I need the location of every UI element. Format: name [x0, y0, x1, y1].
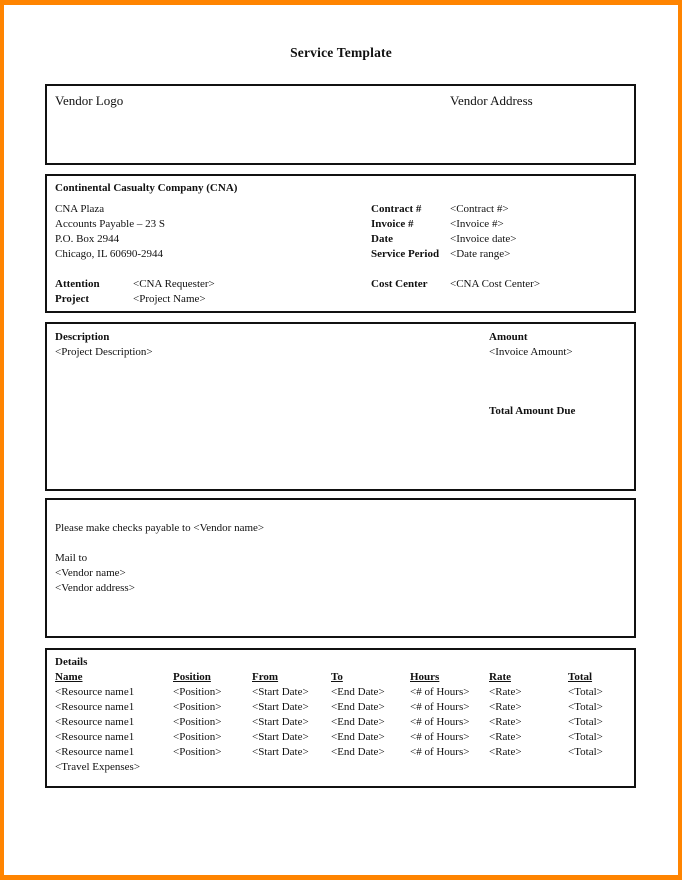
mail-to-label: Mail to	[55, 552, 88, 564]
table-cell-from: <Start Date>	[252, 716, 309, 728]
document-title: Service Template	[290, 45, 392, 60]
column-header-total: Total	[568, 671, 593, 683]
service-period-value: <Date range>	[450, 248, 511, 260]
column-header-position: Position	[173, 671, 211, 683]
address-line: Chicago, IL 60690-2944	[55, 248, 164, 260]
vendor-address-label: Vendor Address	[450, 93, 533, 108]
description-box: Description <Project Description> Amount…	[45, 322, 636, 491]
table-cell-total: <Total>	[568, 746, 603, 758]
table-cell-total: <Total>	[568, 731, 603, 743]
column-header-hours: Hours	[410, 671, 440, 683]
details-box: Details Name Position From To Hours Rate Total…	[45, 648, 636, 788]
contract-value: <Contract #>	[450, 203, 509, 215]
table-cell-to: <End Date>	[331, 716, 385, 728]
company-name: Continental Casualty Company (CNA)	[55, 182, 238, 194]
vendor-header-box: Vendor Logo Vendor Address	[45, 84, 636, 165]
travel-expenses: <Travel Expenses>	[55, 761, 141, 773]
table-cell-to: <End Date>	[331, 686, 385, 698]
table-cell-from: <Start Date>	[252, 746, 309, 758]
table-cell-name: <Resource name1	[55, 701, 135, 713]
table-cell-hours: <# of Hours>	[410, 716, 470, 728]
table-cell-hours: <# of Hours>	[410, 686, 470, 698]
payment-instructions-box: Please make checks payable to <Vendor na…	[45, 498, 636, 638]
column-header-rate: Rate	[489, 671, 511, 683]
amount-label: Amount	[489, 331, 528, 343]
table-cell-rate: <Rate>	[489, 686, 522, 698]
description-value: <Project Description>	[55, 346, 153, 358]
table-cell-rate: <Rate>	[489, 746, 522, 758]
table-cell-position: <Position>	[173, 716, 222, 728]
attention-label: Attention	[55, 278, 100, 290]
table-cell-name: <Resource name1	[55, 686, 135, 698]
table-cell-from: <Start Date>	[252, 686, 309, 698]
details-heading: Details	[55, 656, 88, 668]
column-header-to: To	[331, 671, 343, 683]
table-cell-position: <Position>	[173, 731, 222, 743]
address-line: CNA Plaza	[55, 203, 105, 215]
table-cell-from: <Start Date>	[252, 731, 309, 743]
amount-value: <Invoice Amount>	[489, 346, 573, 358]
table-cell-name: <Resource name1	[55, 731, 135, 743]
date-value: <Invoice date>	[450, 233, 517, 245]
table-cell-position: <Position>	[173, 686, 222, 698]
customer-info-box: Continental Casualty Company (CNA) CNA P…	[45, 174, 636, 313]
table-cell-to: <End Date>	[331, 746, 385, 758]
vendor-logo-label: Vendor Logo	[55, 93, 124, 108]
table-cell-rate: <Rate>	[489, 731, 522, 743]
table-cell-rate: <Rate>	[489, 701, 522, 713]
service-period-label: Service Period	[371, 248, 440, 260]
table-cell-to: <End Date>	[331, 701, 385, 713]
table-cell-name: <Resource name1	[55, 746, 135, 758]
column-header-from: From	[252, 671, 279, 683]
table-cell-to: <End Date>	[331, 731, 385, 743]
date-label: Date	[371, 233, 393, 245]
cost-center-value: <CNA Cost Center>	[450, 278, 541, 290]
table-cell-name: <Resource name1	[55, 716, 135, 728]
table-cell-total: <Total>	[568, 686, 603, 698]
table-cell-position: <Position>	[173, 746, 222, 758]
table-cell-total: <Total>	[568, 701, 603, 713]
project-value: <Project Name>	[133, 293, 206, 305]
table-cell-from: <Start Date>	[252, 701, 309, 713]
table-cell-hours: <# of Hours>	[410, 746, 470, 758]
vendor-address: <Vendor address>	[55, 582, 135, 594]
attention-value: <CNA Requester>	[133, 278, 215, 290]
total-amount-due-label: Total Amount Due	[489, 405, 576, 417]
table-cell-position: <Position>	[173, 701, 222, 713]
description-label: Description	[55, 331, 110, 343]
payable-to-line: Please make checks payable to <Vendor na…	[55, 522, 265, 534]
invoice-label: Invoice #	[371, 218, 414, 230]
column-header-name: Name	[55, 671, 83, 683]
table-cell-rate: <Rate>	[489, 716, 522, 728]
project-label: Project	[55, 293, 89, 305]
address-line: P.O. Box 2944	[55, 233, 120, 245]
invoice-value: <Invoice #>	[450, 218, 504, 230]
table-cell-hours: <# of Hours>	[410, 701, 470, 713]
vendor-name: <Vendor name>	[55, 567, 126, 579]
contract-label: Contract #	[371, 203, 422, 215]
table-cell-hours: <# of Hours>	[410, 731, 470, 743]
address-line: Accounts Payable – 23 S	[55, 218, 165, 230]
cost-center-label: Cost Center	[371, 278, 428, 290]
table-cell-total: <Total>	[568, 716, 603, 728]
